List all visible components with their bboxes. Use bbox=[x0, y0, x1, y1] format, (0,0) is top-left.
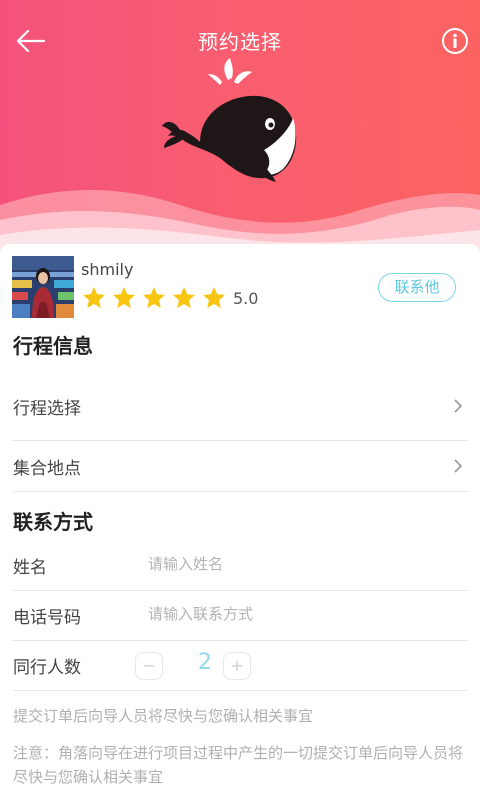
guide-name: shmily bbox=[81, 260, 134, 279]
chevron-right-icon bbox=[454, 399, 463, 413]
trip-select-row[interactable]: 行程选择 bbox=[13, 378, 468, 441]
companions-count: 2 bbox=[198, 650, 212, 675]
decrement-button[interactable]: − bbox=[135, 652, 163, 680]
star-icon bbox=[203, 287, 225, 308]
phone-label: 电话号码 bbox=[13, 608, 81, 628]
rating-value: 5.0 bbox=[233, 288, 259, 308]
page-title: 预约选择 bbox=[198, 30, 282, 54]
star-icon bbox=[113, 287, 135, 308]
meeting-point-label: 集合地点 bbox=[13, 459, 81, 479]
chevron-right-icon bbox=[454, 459, 463, 473]
meeting-point-row[interactable]: 集合地点 bbox=[13, 441, 468, 492]
submit-notice: 提交订单后向导人员将尽快与您确认相关事宜 bbox=[13, 707, 314, 725]
trip-section-title: 行程信息 bbox=[13, 334, 93, 358]
star-icon bbox=[173, 287, 195, 308]
contact-guide-button[interactable]: 联系他 bbox=[378, 273, 456, 302]
companions-row: 同行人数 − 2 + bbox=[13, 641, 468, 691]
top-bar: 预约选择 bbox=[0, 0, 480, 80]
name-label: 姓名 bbox=[13, 558, 47, 578]
star-icon bbox=[83, 287, 105, 308]
phone-input[interactable] bbox=[148, 605, 448, 623]
info-icon[interactable] bbox=[441, 27, 469, 55]
star-rating: 5.0 bbox=[81, 284, 258, 312]
trip-select-label: 行程选择 bbox=[13, 399, 81, 419]
note-text: 注意：角落向导在进行项目过程中产生的一切提交订单后向导人员将尽快与您确认相关事宜 bbox=[13, 744, 464, 786]
phone-row: 电话号码 bbox=[13, 591, 468, 641]
increment-button[interactable]: + bbox=[223, 652, 251, 680]
companions-label: 同行人数 bbox=[13, 658, 81, 678]
star-icon bbox=[143, 287, 165, 308]
avatar[interactable] bbox=[12, 256, 74, 318]
name-row: 姓名 bbox=[13, 541, 468, 591]
contact-section-title: 联系方式 bbox=[13, 510, 93, 534]
name-input[interactable] bbox=[148, 555, 448, 573]
booking-card: shmily 5.0 联系他 行程信息 行程选择 集合地点 联系方式 姓名 电话… bbox=[0, 244, 480, 800]
